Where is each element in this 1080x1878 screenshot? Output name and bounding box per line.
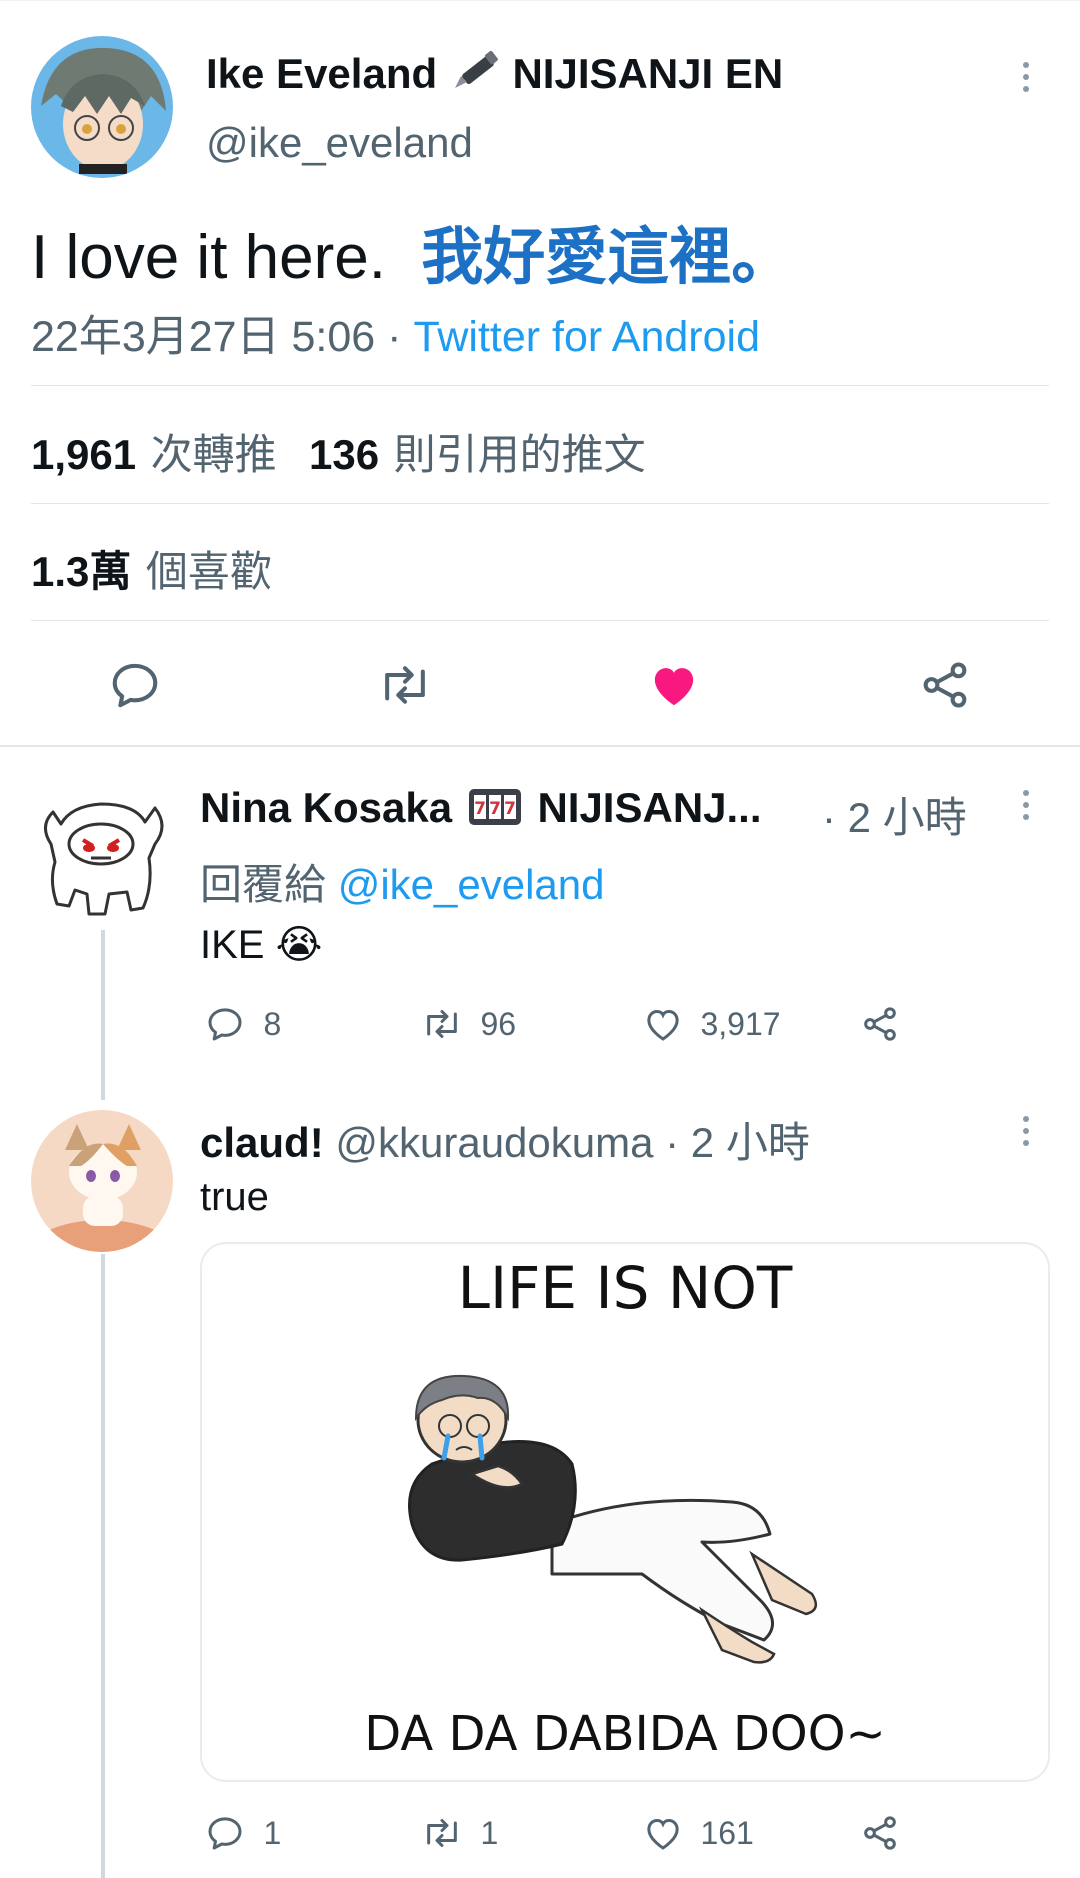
reply-name-row[interactable]: claud! @kkuraudokuma · 2 小時: [200, 1109, 810, 1170]
reply-action-like[interactable]: 3,917: [642, 1004, 781, 1044]
author-avatar[interactable]: [31, 36, 173, 178]
likes-label: 個喜歡: [145, 548, 272, 595]
likes-stats[interactable]: 1.3萬 個喜歡: [31, 538, 272, 599]
replying-to: 回覆給 @ike_eveland: [200, 851, 605, 912]
reply-action-retweet[interactable]: 1: [420, 1813, 498, 1853]
reply-avatar[interactable]: [31, 1110, 173, 1252]
reply-avatar[interactable]: [31, 786, 173, 928]
reply-icon[interactable]: [108, 658, 162, 717]
top-divider: [0, 0, 1080, 1]
meme-top-text: LIFE IS NOT: [457, 1254, 793, 1322]
reply-icon: [208, 1817, 242, 1850]
thread-line: [101, 930, 105, 1100]
more-icon[interactable]: [1020, 1116, 1032, 1152]
slot-machine-emoji: 7 7 7: [468, 787, 522, 827]
reply-text-row: IKE 😭: [200, 922, 322, 968]
author-handle[interactable]: @ike_eveland: [206, 119, 473, 167]
reply-count: 8: [263, 1005, 282, 1042]
reply-time[interactable]: · 2 小時: [665, 1119, 810, 1166]
media-image[interactable]: LIFE IS NOT DA DA DABIDA DOO~: [200, 1242, 1050, 1782]
quotes-count: 136: [309, 431, 380, 478]
tweet-timestamp[interactable]: 22年3月27日 5:06: [31, 313, 375, 361]
meme-illustration: [408, 1374, 818, 1664]
replying-label: 回覆給: [200, 861, 327, 908]
divider: [31, 503, 1049, 504]
retweets-label: 次轉推: [150, 431, 277, 478]
reply-handle: @kkuraudokuma: [335, 1119, 654, 1166]
likes-count: 1.3萬: [31, 548, 132, 595]
like-icon: [647, 1818, 679, 1850]
like-count: 161: [700, 1814, 754, 1851]
retweets-count: 1,961: [31, 431, 137, 478]
reply-action-reply[interactable]: 8: [205, 1004, 281, 1044]
divider: [31, 385, 1049, 386]
replying-to-handle[interactable]: @ike_eveland: [338, 861, 605, 908]
section-separator: [0, 745, 1080, 747]
retweet-icon: [427, 1010, 457, 1038]
retweet-count: 96: [480, 1005, 517, 1042]
author-display-name: Ike Eveland: [206, 50, 438, 97]
tweet-meta: 22年3月27日 5:06 · Twitter for Android: [31, 302, 760, 364]
tweet-text-zh: 我好愛這裡。: [421, 223, 794, 292]
like-icon: [647, 1009, 679, 1041]
quotes-label: 則引用的推文: [393, 431, 646, 478]
reply-text: true: [200, 1175, 269, 1219]
divider: [31, 620, 1049, 621]
reply-name-row[interactable]: Nina Kosaka 7 7 7 NIJISANJ...: [200, 784, 762, 832]
tweet-text: I love it here. 我好愛這裡。: [31, 206, 793, 296]
share-icon[interactable]: [918, 658, 972, 717]
like-count: 3,917: [700, 1005, 781, 1042]
reply-count: 1: [263, 1814, 282, 1851]
retweet-stats[interactable]: 1,961 次轉推 136 則引用的推文: [31, 421, 646, 482]
retweet-icon: [427, 1819, 457, 1847]
tweet-source[interactable]: Twitter for Android: [413, 313, 760, 361]
reply-action-like[interactable]: 161: [642, 1813, 754, 1853]
meta-separator: ·: [387, 313, 402, 361]
tweet-text-en: I love it here.: [31, 223, 386, 292]
crying-emoji: 😭: [275, 922, 323, 968]
author-name-row[interactable]: Ike Eveland NIJISANJI EN: [206, 50, 783, 98]
reply-action-reply[interactable]: 1: [205, 1813, 281, 1853]
reply-icon: [208, 1008, 242, 1041]
svg-text:7: 7: [474, 799, 486, 819]
share-icon[interactable]: [860, 1004, 900, 1049]
reply-display-name: claud!: [200, 1119, 324, 1166]
reply-name-rest: NIJISANJ...: [537, 784, 762, 831]
more-icon[interactable]: [1020, 62, 1032, 98]
reply-display-name: Nina Kosaka: [200, 784, 453, 831]
like-icon[interactable]: [646, 658, 702, 717]
author-name-suffix: NIJISANJI EN: [512, 50, 784, 97]
more-icon[interactable]: [1020, 790, 1032, 826]
thread-line: [101, 1254, 105, 1878]
retweet-icon[interactable]: [376, 658, 434, 717]
reply-time[interactable]: · 2 小時: [822, 784, 967, 845]
share-icon[interactable]: [860, 1813, 900, 1858]
pen-emoji: [449, 50, 501, 92]
svg-text:7: 7: [489, 799, 501, 819]
retweet-count: 1: [480, 1814, 499, 1851]
reply-action-retweet[interactable]: 96: [420, 1004, 516, 1044]
reply-text: IKE: [200, 923, 265, 967]
meme-bottom-text: DA DA DABIDA DOO~: [364, 1706, 886, 1762]
svg-text:7: 7: [504, 799, 516, 819]
